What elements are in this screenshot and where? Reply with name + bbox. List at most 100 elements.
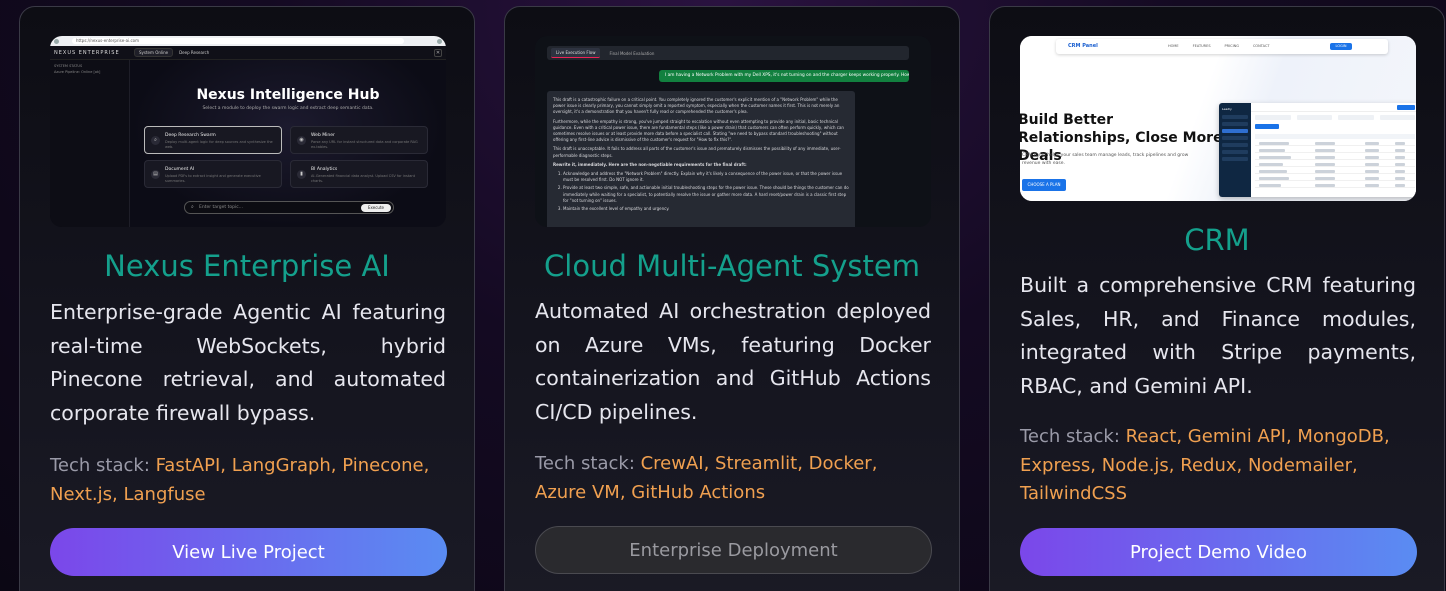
card-title: CRM bbox=[1184, 223, 1250, 257]
sidebar-item bbox=[1222, 157, 1248, 161]
table-row bbox=[1255, 183, 1415, 188]
project-screenshot: https://nexus-enterprise-ai.com NEXUS EN… bbox=[50, 36, 446, 227]
dashboard-preview: Leadly bbox=[1219, 103, 1416, 197]
response-paragraph: This draft is a catastrophic failure on … bbox=[553, 97, 840, 115]
breadcrumb: Deep Research bbox=[179, 50, 210, 55]
tech-stack: Tech stack: FastAPI, LangGraph, Pinecone… bbox=[50, 452, 446, 509]
tab-final: Final Model Evaluation bbox=[609, 50, 655, 56]
dashboard-sidebar: Leadly bbox=[1219, 103, 1251, 197]
tile-title: Deep Research Swarm bbox=[165, 133, 216, 138]
project-card-crm: CRM Panel HOME FEATURES PRICING CONTACT … bbox=[989, 6, 1445, 591]
hub-subtitle: Select a module to deploy the swarm logi… bbox=[202, 106, 374, 111]
tech-stack: Tech stack: CrewAI, Streamlit, Docker, A… bbox=[535, 450, 931, 507]
card-description: Automated AI orchestration deployed on A… bbox=[535, 299, 931, 424]
nav-link: FEATURES bbox=[1192, 44, 1211, 48]
new-button bbox=[1397, 105, 1415, 110]
table-row bbox=[1255, 148, 1415, 153]
browser-chrome: https://nexus-enterprise-ai.com bbox=[50, 36, 446, 46]
module-tile: ◉ Web Miner Parse any URL for instant st… bbox=[290, 126, 428, 154]
sidebar-item bbox=[1222, 136, 1248, 140]
project-demo-video-button[interactable]: Project Demo Video bbox=[1020, 528, 1417, 576]
hub-title: Nexus Intelligence Hub bbox=[196, 87, 380, 103]
table-row bbox=[1255, 141, 1415, 146]
execute-button: Execute bbox=[361, 204, 391, 212]
tile-desc: Deploy multi-agent logic for deep source… bbox=[165, 140, 273, 149]
card-title: Nexus Enterprise AI bbox=[104, 249, 390, 283]
sidebar-status: Azure Pipeline: Online [ok] bbox=[54, 70, 101, 74]
crm-subtext: CRM Panel helps your sales team manage l… bbox=[1022, 153, 1189, 166]
dashboard-topbar bbox=[1251, 103, 1416, 112]
view-live-project-button[interactable]: View Live Project bbox=[50, 528, 447, 576]
module-tile: ▮ BI Analytics AI-Generated financial da… bbox=[290, 160, 428, 188]
card-title: Cloud Multi-Agent System bbox=[544, 249, 920, 283]
sidebar-item bbox=[1222, 143, 1248, 147]
sidebar-label: SYSTEM STATUS bbox=[54, 64, 83, 68]
globe-icon: ◉ bbox=[297, 136, 306, 145]
search-placeholder: Enter target topic... bbox=[199, 205, 244, 210]
agent-response: This draft is a catastrophic failure on … bbox=[547, 91, 855, 227]
response-paragraph: Rewrite it, immediately. Here are the no… bbox=[553, 161, 747, 167]
table-row bbox=[1255, 169, 1415, 174]
crm-nav-links: HOME FEATURES PRICING CONTACT bbox=[1168, 44, 1270, 48]
chart-icon: ▮ bbox=[297, 170, 306, 179]
user-message: I am having a Network Problem with my De… bbox=[659, 70, 909, 82]
dashboard-brand: Leadly bbox=[1222, 107, 1232, 111]
app-topbar: NEXUS ENTERPRISE System Online Deep Rese… bbox=[50, 46, 446, 60]
app-brand: NEXUS ENTERPRISE bbox=[54, 49, 120, 56]
document-icon: ▤ bbox=[151, 170, 160, 179]
tab-live: Live Execution Flow bbox=[551, 48, 601, 58]
nav-link: HOME bbox=[1168, 44, 1179, 48]
tile-desc: Parse any URL for instant structured dat… bbox=[311, 140, 418, 149]
table-row bbox=[1255, 155, 1415, 160]
dashboard-filters bbox=[1255, 115, 1415, 120]
tile-title: Document AI bbox=[165, 167, 195, 172]
tile-desc: Upload PDFs to extract insight and gener… bbox=[165, 174, 261, 183]
response-paragraph: This draft is unacceptable. It fails to … bbox=[553, 146, 841, 158]
card-description: Built a comprehensive CRM featuring Sale… bbox=[1020, 273, 1416, 398]
dashboard-action bbox=[1255, 124, 1279, 129]
enterprise-deployment-button[interactable]: Enterprise Deployment bbox=[535, 526, 932, 574]
sidebar-item bbox=[1222, 129, 1248, 133]
nav-link: PRICING bbox=[1224, 44, 1239, 48]
card-description: Enterprise-grade Agentic AI featuring re… bbox=[50, 300, 446, 425]
tab-icon bbox=[54, 38, 59, 44]
dashboard-table-header bbox=[1255, 134, 1415, 139]
project-card-cloud: Live Execution Flow Final Model Evaluati… bbox=[504, 6, 960, 591]
sidebar-item bbox=[1222, 115, 1248, 119]
requirements-list: Acknowledge and address the "Network Pro… bbox=[563, 171, 849, 212]
tile-title: BI Analytics bbox=[311, 167, 338, 172]
tech-label: Tech stack: bbox=[1020, 426, 1126, 447]
sidebar-item bbox=[1222, 150, 1248, 154]
table-row bbox=[1255, 176, 1415, 181]
address-bar: https://nexus-enterprise-ai.com bbox=[72, 38, 404, 44]
list-item: Provide at least two simple, safe, and a… bbox=[563, 185, 849, 204]
project-screenshot: CRM Panel HOME FEATURES PRICING CONTACT … bbox=[1020, 36, 1416, 201]
tile-title: Web Miner bbox=[311, 133, 335, 138]
tile-desc: AI-Generated financial data analyst. Upl… bbox=[311, 174, 415, 183]
app-main: Nexus Intelligence Hub Select a module t… bbox=[130, 60, 446, 227]
tech-label: Tech stack: bbox=[535, 453, 641, 474]
search-icon: ⌕ bbox=[191, 204, 194, 210]
module-tile: ▤ Document AI Upload PDFs to extract ins… bbox=[144, 160, 282, 188]
crm-navbar: CRM Panel HOME FEATURES PRICING CONTACT … bbox=[1056, 39, 1388, 54]
screenshot-tabs: Live Execution Flow Final Model Evaluati… bbox=[547, 46, 909, 60]
response-paragraph: Furthermore, while the empathy is strong… bbox=[553, 118, 844, 143]
project-screenshot: Live Execution Flow Final Model Evaluati… bbox=[535, 36, 931, 227]
module-tile: ⌕ Deep Research Swarm Deploy multi-agent… bbox=[144, 126, 282, 154]
sidebar-item bbox=[1222, 122, 1248, 126]
status-pill: System Online bbox=[134, 48, 174, 57]
list-item: Acknowledge and address the "Network Pro… bbox=[563, 171, 849, 183]
nav-link: CONTACT bbox=[1252, 44, 1270, 48]
profile-icon bbox=[437, 38, 442, 44]
crm-logo: CRM Panel bbox=[1068, 43, 1098, 49]
app-sidebar: SYSTEM STATUS Azure Pipeline: Online [ok… bbox=[50, 60, 130, 227]
table-row bbox=[1255, 162, 1415, 167]
topic-search-bar: ⌕ Enter target topic... Execute bbox=[184, 201, 394, 214]
choose-plan-button: CHOOSE A PLAN bbox=[1022, 179, 1066, 191]
tech-label: Tech stack: bbox=[50, 455, 156, 476]
close-icon: ✕ bbox=[434, 48, 442, 57]
tech-stack: Tech stack: React, Gemini API, MongoDB, … bbox=[1020, 423, 1416, 509]
login-button: LOGIN bbox=[1330, 43, 1352, 50]
search-icon: ⌕ bbox=[151, 136, 160, 145]
project-card-nexus: https://nexus-enterprise-ai.com NEXUS EN… bbox=[19, 6, 475, 591]
